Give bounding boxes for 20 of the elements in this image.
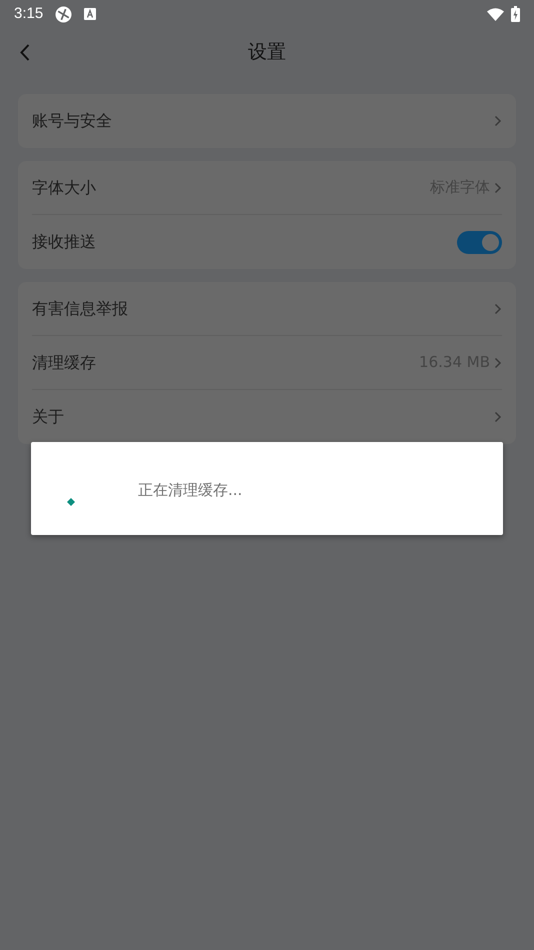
chevron-right-icon [494,182,502,194]
setting-label: 字体大小 [32,176,97,198]
font-notification-icon [84,8,96,20]
dialog-message: 正在清理缓存... [138,480,242,501]
chevron-right-icon [494,302,502,314]
setting-label: 关于 [32,406,65,428]
loading-spinner-icon [67,498,75,506]
battery-charging-icon [511,6,520,22]
chevron-right-icon [494,115,502,127]
setting-label: 清理缓存 [32,352,97,374]
app-notification-icon [55,6,72,22]
setting-label: 账号与安全 [32,110,113,132]
chevron-right-icon [494,411,502,423]
toggle-switch[interactable] [457,230,502,254]
chevron-right-icon [494,356,502,368]
page-title: 设置 [248,40,286,65]
setting-label: 接收推送 [32,231,97,253]
status-time: 3:15 [14,4,44,24]
setting-label: 有害信息举报 [32,298,129,320]
wifi-icon [487,8,504,20]
